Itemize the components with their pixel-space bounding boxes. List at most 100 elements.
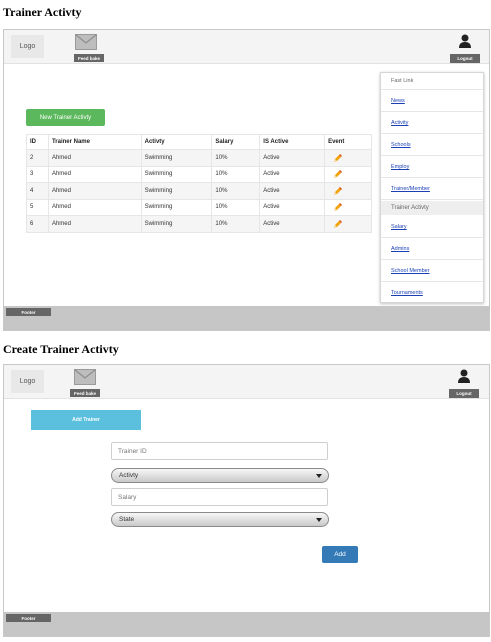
table-row: 6 Ahmed Swimming 10% Active xyxy=(26,215,372,233)
list-section-title: Trainer Activty xyxy=(3,5,82,19)
cell-salary: 10% xyxy=(211,215,261,233)
user-icon[interactable] xyxy=(458,34,472,48)
footer-label: Footer xyxy=(6,308,51,316)
column-header-trainer-name: Trainer Name xyxy=(47,134,142,150)
cell-salary: 10% xyxy=(211,149,261,167)
table-row: 3 Ahmed Swimming 10% Active xyxy=(26,165,372,183)
cell-status: Active xyxy=(259,182,326,200)
fast-link-school-member[interactable]: School Member xyxy=(381,260,483,282)
fast-link-employ[interactable]: Employ xyxy=(381,156,483,178)
fast-link-group-title: Trainer Activty xyxy=(381,201,483,215)
logout-button[interactable]: Logout xyxy=(450,54,480,63)
cell-trainer-name: Ahmed xyxy=(47,149,142,167)
table-header-row: ID Trainer Name Activty Salary IS Active… xyxy=(26,134,372,150)
pencil-icon[interactable] xyxy=(333,219,343,229)
trainer-activity-table: ID Trainer Name Activty Salary IS Active… xyxy=(26,134,372,233)
cell-salary: 10% xyxy=(211,182,261,200)
fast-link-activity-link[interactable]: Activity xyxy=(391,120,408,126)
create-footer: Footer xyxy=(4,612,489,636)
fast-link-salary[interactable]: Salary xyxy=(381,216,483,238)
new-trainer-activity-button[interactable]: New Trainer Activty xyxy=(26,109,105,126)
cell-status: Active xyxy=(259,198,326,216)
cell-trainer-name: Ahmed xyxy=(47,198,142,216)
cell-id: 2 xyxy=(26,149,49,167)
salary-input[interactable]: Salary xyxy=(111,488,328,506)
activity-select-value: Activty xyxy=(119,472,139,479)
pencil-icon[interactable] xyxy=(333,153,343,163)
cell-id: 4 xyxy=(26,182,49,200)
pencil-icon[interactable] xyxy=(333,169,343,179)
user-icon[interactable] xyxy=(457,369,471,383)
cell-trainer-name: Ahmed xyxy=(47,165,142,183)
state-select[interactable]: State xyxy=(111,512,329,527)
create-header: Logo Feed bake Logout xyxy=(4,365,489,399)
pencil-icon[interactable] xyxy=(333,202,343,212)
cell-activity: Swimming xyxy=(140,165,213,183)
cell-id: 6 xyxy=(26,215,49,233)
cell-id: 3 xyxy=(26,165,49,183)
fast-link-admins-link[interactable]: Admins xyxy=(391,246,409,252)
list-footer: Footer xyxy=(4,306,489,330)
fast-link-trainer-member-link[interactable]: Trainer/Member xyxy=(391,186,430,192)
fast-link-school-member-link[interactable]: School Member xyxy=(391,268,430,274)
fast-link-activity[interactable]: Activity xyxy=(381,112,483,134)
footer-label: Footer xyxy=(6,614,51,622)
table-row: 5 Ahmed Swimming 10% Active xyxy=(26,198,372,216)
caret-down-icon xyxy=(316,518,322,522)
add-button[interactable]: Add xyxy=(322,546,358,563)
cell-activity: Swimming xyxy=(140,182,213,200)
fast-link-tournaments[interactable]: Tournaments xyxy=(381,282,483,304)
cell-activity: Swimming xyxy=(140,198,213,216)
fast-link-salary-link[interactable]: Salary xyxy=(391,224,407,230)
create-section-title: Create Trainer Activty xyxy=(3,342,119,356)
create-page-frame: Logo Feed bake Logout Add Trainer Traine… xyxy=(3,364,490,637)
table-row: 4 Ahmed Swimming 10% Active xyxy=(26,182,372,200)
state-select-value: State xyxy=(119,516,135,523)
column-header-id: ID xyxy=(26,134,49,150)
fast-link-panel: Fast Link News Activity Schools Employ T… xyxy=(380,72,484,303)
column-header-is-active: IS Active xyxy=(259,134,326,150)
fast-link-title: Fast Link xyxy=(381,73,483,90)
cell-event xyxy=(324,198,372,216)
caret-down-icon xyxy=(316,474,322,478)
fast-link-news[interactable]: News xyxy=(381,90,483,112)
fast-link-admins[interactable]: Admins xyxy=(381,238,483,260)
column-header-event: Event xyxy=(324,134,372,150)
cell-status: Active xyxy=(259,215,326,233)
cell-event xyxy=(324,215,372,233)
table-row: 2 Ahmed Swimming 10% Active xyxy=(26,149,372,167)
fast-link-schools-link[interactable]: Schools xyxy=(391,142,411,148)
cell-status: Active xyxy=(259,149,326,167)
list-header: Logo Feed bake Logout xyxy=(4,30,489,64)
cell-event xyxy=(324,165,372,183)
fast-link-news-link[interactable]: News xyxy=(391,98,405,104)
cell-activity: Swimming xyxy=(140,149,213,167)
fast-link-tournaments-link[interactable]: Tournaments xyxy=(391,290,423,296)
cell-status: Active xyxy=(259,165,326,183)
cell-salary: 10% xyxy=(211,165,261,183)
envelope-icon[interactable] xyxy=(74,369,96,385)
cell-trainer-name: Ahmed xyxy=(47,182,142,200)
feedback-button[interactable]: Feed bake xyxy=(74,54,105,62)
cell-activity: Swimming xyxy=(140,215,213,233)
logout-button[interactable]: Logout xyxy=(449,389,479,398)
column-header-salary: Salary xyxy=(211,134,261,150)
add-trainer-button[interactable]: Add Trainer xyxy=(31,410,141,430)
list-page-frame: Logo Feed bake Logout New Trainer Activt… xyxy=(3,29,490,331)
envelope-icon[interactable] xyxy=(75,34,97,50)
column-header-activity: Activty xyxy=(140,134,213,150)
logo[interactable]: Logo xyxy=(11,370,44,393)
fast-link-employ-link[interactable]: Employ xyxy=(391,164,409,170)
feedback-button[interactable]: Feed bake xyxy=(70,389,101,397)
pencil-icon[interactable] xyxy=(333,186,343,196)
cell-event xyxy=(324,182,372,200)
activity-select[interactable]: Activty xyxy=(111,468,329,483)
cell-salary: 10% xyxy=(211,198,261,216)
cell-id: 5 xyxy=(26,198,49,216)
cell-trainer-name: Ahmed xyxy=(47,215,142,233)
trainer-id-input[interactable]: Trainer ID xyxy=(111,442,328,460)
logo[interactable]: Logo xyxy=(11,35,44,58)
fast-link-trainer-member[interactable]: Trainer/Member xyxy=(381,178,483,200)
fast-link-schools[interactable]: Schools xyxy=(381,134,483,156)
cell-event xyxy=(324,149,372,167)
